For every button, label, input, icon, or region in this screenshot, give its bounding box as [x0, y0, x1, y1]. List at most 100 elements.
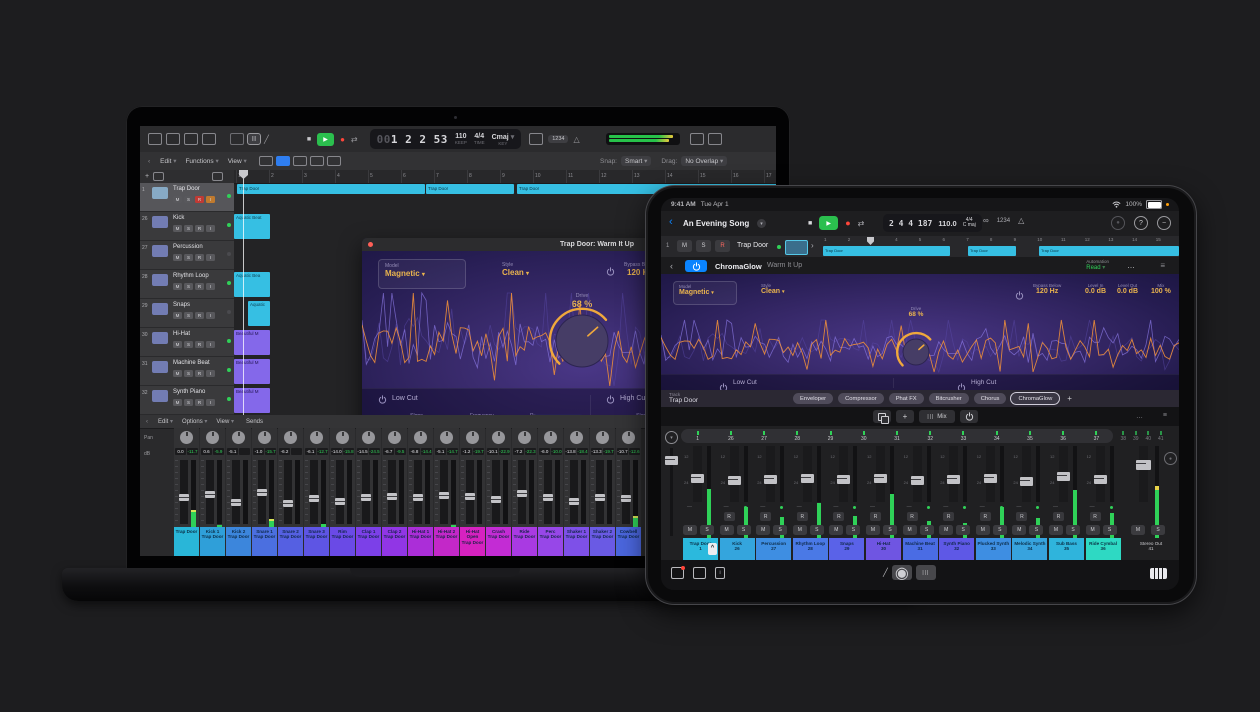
channel-number[interactable]: 36 [1047, 431, 1080, 442]
ipad-mute-button[interactable]: M [756, 525, 770, 535]
ipad-style-selector[interactable]: Style Clean ▾ [761, 283, 785, 295]
mixer-icon[interactable]: ||| [247, 133, 261, 145]
ipad-channel-strip[interactable]: 1224—RMS [829, 446, 863, 538]
channel-name-label[interactable]: Snare 1Trap Door [252, 527, 277, 556]
mixer-settings-icon[interactable]: ▾ [665, 431, 678, 444]
mixer-channel-strip[interactable]: -6.7-9.5Clap 2Trap Door [382, 428, 407, 556]
ipad-play-button[interactable]: ▶ [819, 216, 838, 230]
track-s-button[interactable]: S [184, 312, 193, 319]
channel-name-label[interactable]: RimTrap Door [330, 527, 355, 556]
ipad-mute-button[interactable]: M [1086, 525, 1100, 535]
help-icon[interactable]: ? [1134, 216, 1148, 230]
minimize-icon[interactable]: − [1157, 216, 1171, 230]
count-in-button[interactable]: 1234 [548, 135, 568, 143]
mixer-channel-strip[interactable]: 0.0-11.7Trap Door [174, 428, 199, 556]
ipad-stop-button[interactable]: ■ [808, 220, 812, 227]
browser-icon[interactable] [671, 567, 684, 579]
mix-view-button[interactable]: |||Mix [919, 410, 955, 423]
track-expand-chevron[interactable]: › [811, 241, 814, 250]
track-m-button[interactable]: M [173, 283, 182, 290]
ipad-volume-fader[interactable] [1094, 475, 1107, 484]
ipad-mute-button[interactable]: M [1049, 525, 1063, 535]
ipad-record-enable-button[interactable]: R [1016, 512, 1027, 521]
ipad-solo-button[interactable]: S [773, 525, 787, 535]
mixer-channel-strip[interactable]: -13.3-19.7Shaker 2Trap Door [590, 428, 615, 556]
pan-knob[interactable] [310, 431, 323, 444]
pan-knob[interactable] [622, 431, 635, 444]
automation-icon[interactable] [293, 156, 307, 166]
volume-fader[interactable] [543, 494, 553, 501]
plugin-power-button[interactable] [685, 260, 707, 272]
region-clip[interactable]: Trap Door [426, 184, 514, 194]
menu-functions[interactable]: Functions ▾ [185, 157, 218, 165]
ipad-channel-label[interactable]: Rhythm Loop28 [793, 538, 828, 560]
ipad-solo-button[interactable]: S [810, 525, 824, 535]
track-s-button[interactable]: S [184, 225, 193, 232]
mixer-channel-strip[interactable]: -1.0-15.7Snare 1Trap Door [252, 428, 277, 556]
volume-fader[interactable] [283, 500, 293, 507]
track-r-button[interactable]: R [195, 254, 204, 261]
channel-number[interactable]: 35 [1013, 431, 1046, 442]
volume-fader[interactable] [491, 496, 501, 503]
ipad-record-enable-button[interactable]: R [760, 512, 771, 521]
mixer-channel-strip[interactable]: -6.2Snare 2Trap Door [278, 428, 303, 556]
ipad-model-selector[interactable]: Model Magnetic ▾ [673, 281, 737, 305]
track-r-button[interactable]: R [195, 312, 204, 319]
track-s-button[interactable]: S [184, 341, 193, 348]
list-view-icon[interactable] [259, 156, 273, 166]
ipad-solo-button[interactable]: S [846, 525, 860, 535]
track-row-percussion[interactable]: 27PercussionMSRI [140, 241, 234, 270]
ipad-solo-button[interactable]: S [700, 525, 714, 535]
channel-name-label[interactable]: Hi-Hat 2Trap Door [434, 527, 459, 556]
ipad-record-enable-button[interactable]: R [943, 512, 954, 521]
ipad-level-out[interactable]: Level Out 0.0 dB [1117, 283, 1138, 295]
style-selector[interactable]: Style Clean ▾ [502, 262, 529, 277]
pan-knob[interactable] [466, 431, 479, 444]
back-icon[interactable]: ‹ [148, 158, 150, 165]
channel-number[interactable]: 28 [781, 431, 814, 442]
metronome-icon[interactable]: △ [573, 135, 579, 144]
channel-name-label[interactable]: Hi-Hat OpenTrap Door [460, 527, 485, 556]
track-r-button[interactable]: R [195, 399, 204, 406]
ipad-lcd-display[interactable]: 2 4 4 187 110.0 4/4 C maj [883, 214, 982, 232]
ipad-channel-label[interactable]: Machine Beat31 [903, 538, 938, 560]
ipad-mute-button[interactable]: M [976, 525, 990, 535]
edit-pencil-icon[interactable]: ╱ [883, 568, 888, 577]
capture-icon[interactable]: ● [1111, 216, 1125, 230]
left-master-fader[interactable] [664, 448, 680, 536]
chain-plugin-enveloper[interactable]: Enveloper [793, 393, 833, 404]
track-m-button[interactable]: M [173, 341, 182, 348]
close-window-button[interactable] [368, 242, 373, 247]
volume-fader[interactable] [621, 495, 631, 502]
ipad-volume-fader[interactable] [764, 475, 777, 484]
channel-number[interactable]: 38 [1117, 431, 1130, 442]
info-icon[interactable]: i [715, 567, 725, 579]
mixer-menu-edit[interactable]: Edit ▾ [158, 418, 173, 425]
plugin-back-chevron[interactable]: ‹ [670, 261, 673, 271]
pan-knob[interactable] [492, 431, 505, 444]
volume-fader[interactable] [387, 493, 397, 500]
ipad-volume-fader[interactable] [947, 475, 960, 484]
loops-icon[interactable] [693, 567, 706, 579]
piano-roll-icon[interactable] [276, 156, 290, 166]
volume-fader[interactable] [309, 495, 319, 502]
channel-name-label[interactable]: Hi-Hat 1Trap Door [408, 527, 433, 556]
inspector-icon[interactable] [166, 133, 180, 145]
smart-controls-icon[interactable] [230, 133, 244, 145]
channel-number[interactable]: 34 [980, 431, 1013, 442]
channel-name-label[interactable]: Kick 1Trap Door [200, 527, 225, 556]
volume-fader[interactable] [257, 489, 267, 496]
track-name[interactable]: Trap Door [737, 242, 768, 249]
back-button[interactable]: ‹ [669, 216, 673, 228]
mixer-menu-options[interactable]: Options ▾ [182, 418, 207, 425]
track-s-button[interactable]: S [184, 370, 193, 377]
channel-number[interactable]: 30 [847, 431, 880, 442]
ipad-record-enable-button[interactable]: R [1053, 512, 1064, 521]
ipad-bypass-below[interactable]: Bypass Below 120 Hz [1033, 283, 1061, 295]
piano-keyboard-icon[interactable] [1150, 568, 1167, 579]
track-i-button[interactable]: I [206, 370, 215, 377]
channel-name-label[interactable]: RideTrap Door [512, 527, 537, 556]
channel-number[interactable]: 1 [681, 431, 714, 442]
mixer-channel-strip[interactable]: -6.1-12.7Snare 3Trap Door [304, 428, 329, 556]
drag-value[interactable]: No Overlap ▾ [681, 156, 727, 166]
